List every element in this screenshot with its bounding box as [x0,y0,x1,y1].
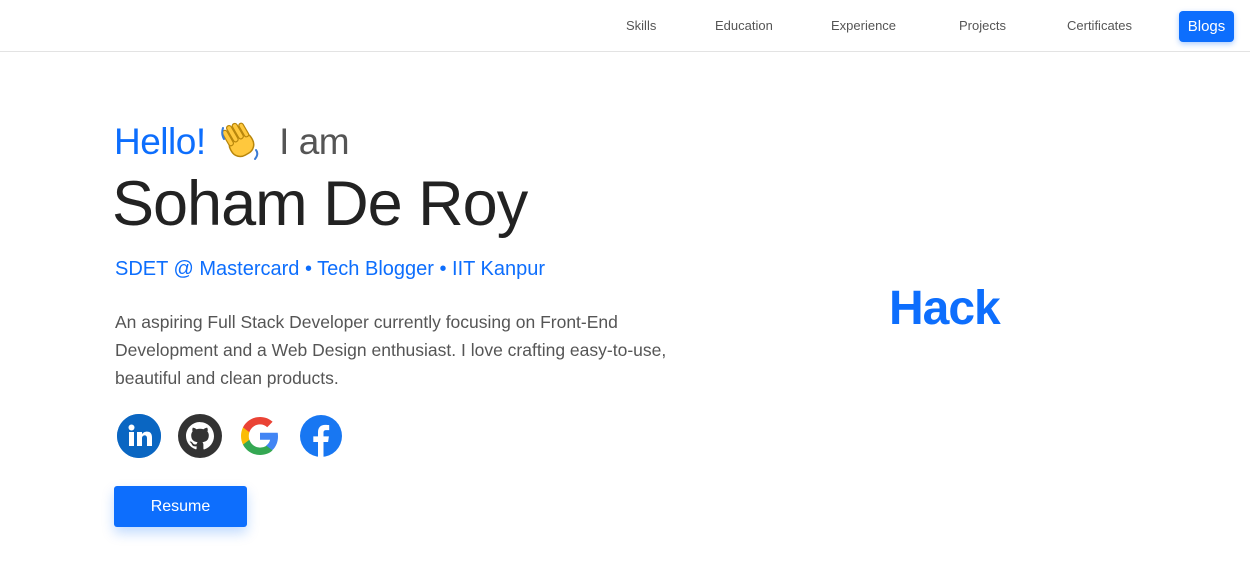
hello-text: Hello! [114,121,206,162]
greeting: Hello! I am [114,120,350,163]
google-icon[interactable] [238,414,282,458]
nav-projects[interactable]: Projects [959,18,1006,33]
nav-experience[interactable]: Experience [831,18,896,33]
iam-text: I am [279,121,350,162]
navbar: Skills Education Experience Projects Cer… [0,0,1250,52]
tagline: SDET @ Mastercard • Tech Blogger • IIT K… [115,258,546,280]
resume-button[interactable]: Resume [114,486,247,527]
waving-hand-icon [219,120,261,162]
nav-blogs-button[interactable]: Blogs [1179,11,1234,42]
nav-certificates[interactable]: Certificates [1067,18,1132,33]
bio-text: An aspiring Full Stack Developer current… [115,312,667,388]
typing-text: Hack [889,282,1001,335]
github-icon[interactable] [178,414,222,458]
nav-education[interactable]: Education [715,18,773,33]
nav-skills[interactable]: Skills [626,18,656,33]
linkedin-icon[interactable] [117,414,161,458]
profile-name: Soham De Roy [112,169,528,239]
facebook-icon[interactable] [299,414,343,458]
